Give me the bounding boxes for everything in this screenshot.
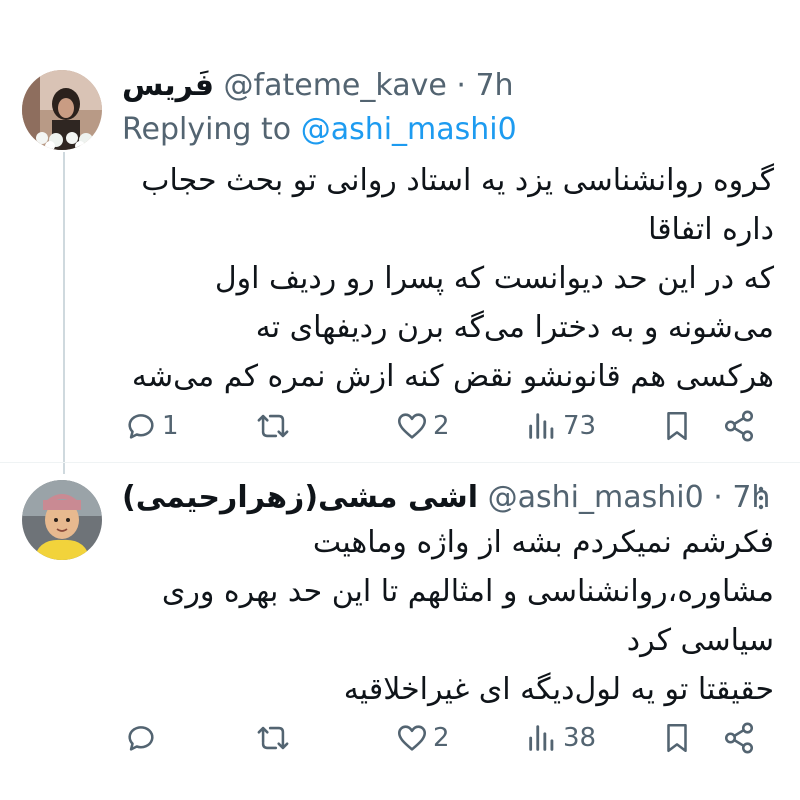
separator-dot: · [456,68,466,103]
avatar-image-icon [22,70,102,150]
heart-icon [397,413,427,439]
bookmark-button[interactable] [660,716,694,760]
like-count: 2 [433,723,450,753]
share-button[interactable] [722,716,756,760]
tweet-text-line: حقیقتا تو یه لول‌دیگه ای غیراخلاقیه [343,672,774,707]
separator-dot: · [713,480,723,515]
handle[interactable]: @ashi_mashi0 [488,480,704,515]
share-button[interactable] [722,404,756,448]
views-count: 73 [563,411,597,441]
mention-link[interactable]: @ashi_mashi0 [301,112,517,147]
reply-button[interactable]: 1 [124,404,179,448]
bookmark-button[interactable] [660,404,694,448]
reply-button[interactable] [124,716,162,760]
action-bar: 2 38 [0,716,800,760]
views-icon [529,725,554,751]
tweet-divider [0,462,800,463]
retweet-icon [257,726,289,750]
avatar-image-icon [22,480,102,560]
tweet-text-line: فکرشم نمیکردم بشه از واژه وماهیت [312,525,774,560]
avatar[interactable] [22,70,102,150]
views-count: 38 [563,723,597,753]
reply-count: 1 [162,411,179,441]
share-icon [724,410,754,442]
tweet-header: فَریس @fateme_kave · 7h [122,66,514,106]
like-count: 2 [433,411,450,441]
tweet-text-line: گروه روانشناسی یزد یه استاد روانی تو بحث… [141,163,774,198]
tweet-text-line: هرکسی هم قانونشو نقض کنه ازش نمره کم می‌… [131,359,774,394]
handle[interactable]: @fateme_kave [224,68,447,103]
views-button[interactable]: 38 [525,716,596,760]
action-bar: 1 2 73 [0,404,800,448]
reply-icon [128,726,154,751]
display-name[interactable]: اشی مشی(زهرارحیمی) [122,480,478,515]
display-name[interactable]: فَریس [122,68,214,103]
replying-to: Replying to @ashi_mashi0 [122,110,517,150]
views-icon [529,413,554,439]
tweet-header: اشی مشی(زهرارحیمی) @ashi_mashi0 · 7h [122,478,770,518]
tweet-text-line: که در این حد دیوانست که پسرا رو ردیف اول [214,261,774,296]
more-options-button[interactable] [746,478,776,518]
tweet-text-line: داره اتفاقا [648,212,774,247]
tweet-text: گروه روانشناسی یزد یه استاد روانی تو بحث… [132,156,774,401]
tweet-text: فکرشم نمیکردم بشه از واژه وماهیت مشاوره،… [162,518,774,714]
replying-to-label: Replying to [122,112,292,147]
tweet-text-line: می‌شونه و به دخترا می‌گه برن ردیفهای ته [255,310,774,345]
views-button[interactable]: 73 [525,404,596,448]
reply-icon [128,414,154,439]
like-button[interactable]: 2 [395,404,450,448]
tweet-text-line: مشاوره،روانشناسی و امثالهم تا این حد بهر… [161,574,774,609]
bookmark-icon [667,723,687,753]
like-button[interactable]: 2 [395,716,450,760]
bookmark-icon [667,411,687,441]
more-icon [758,486,764,510]
share-icon [724,722,754,754]
timestamp[interactable]: 7h [475,68,513,103]
heart-icon [397,725,427,751]
avatar[interactable] [22,480,102,560]
retweet-button[interactable] [256,404,294,448]
tweet-text-line: سیاسی کرد [626,623,774,658]
retweet-icon [257,414,289,438]
retweet-button[interactable] [256,716,294,760]
